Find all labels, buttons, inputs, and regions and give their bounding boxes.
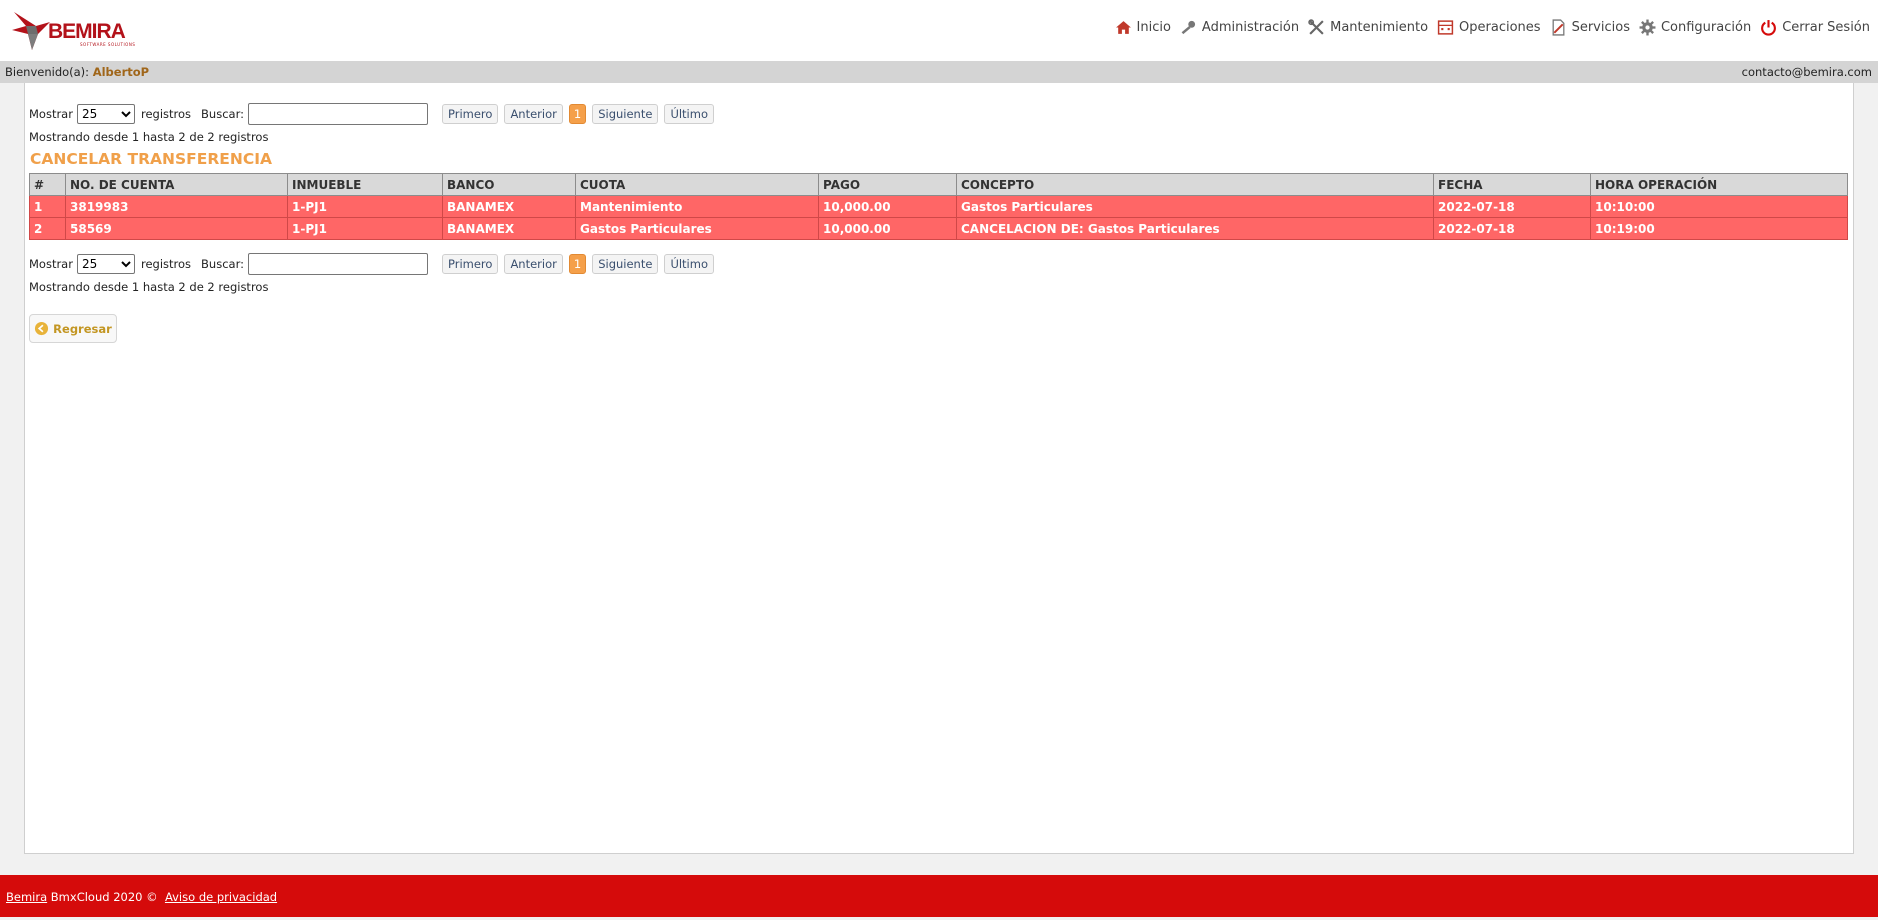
welcome-username: AlbertoP xyxy=(92,65,150,79)
logo-text: BEMIRA xyxy=(48,20,126,43)
search-input[interactable] xyxy=(247,103,428,125)
contact-email: contacto@bemira.com xyxy=(1741,65,1872,79)
back-button[interactable]: Regresar xyxy=(29,314,117,343)
nav-configuracion-label: Configuración xyxy=(1660,20,1752,35)
nav-administracion[interactable]: Administración xyxy=(1180,19,1299,36)
welcome-text: Bienvenido(a): AlbertoP xyxy=(5,61,149,83)
top-table-controls: Mostrar 25 registros Buscar: Primero Ant… xyxy=(29,103,720,125)
table-cell: 1 xyxy=(29,195,66,218)
table-cell: 10,000.00 xyxy=(818,195,957,218)
welcome-prefix: Bienvenido(a): xyxy=(5,65,90,79)
nav-administracion-label: Administración xyxy=(1201,20,1300,35)
top-records-info: Mostrando desde 1 hasta 2 de 2 registros xyxy=(29,130,269,144)
nav-servicios-label: Servicios xyxy=(1571,20,1630,35)
show-label: Mostrar xyxy=(29,257,73,271)
column-header[interactable]: CONCEPTO xyxy=(956,173,1434,196)
table-cell: BANAMEX xyxy=(442,195,576,218)
first-page-button[interactable]: Primero xyxy=(441,254,499,274)
last-page-button[interactable]: Último xyxy=(664,254,714,274)
table-cell: 1-PJ1 xyxy=(287,217,443,240)
search-label: Buscar: xyxy=(201,107,244,121)
power-icon xyxy=(1761,20,1777,36)
nav-mantenimiento-label: Mantenimiento xyxy=(1330,20,1429,35)
footer-copyright: BmxCloud 2020 © xyxy=(47,890,165,904)
column-header[interactable]: FECHA xyxy=(1433,173,1591,196)
page-title: CANCELAR TRANSFERENCIA xyxy=(30,150,272,168)
privacy-link[interactable]: Aviso de privacidad xyxy=(165,890,277,904)
nav-configuracion[interactable]: Configuración xyxy=(1639,19,1751,36)
page-footer: Bemira BmxCloud 2020 © Aviso de privacid… xyxy=(0,875,1878,917)
table-row[interactable]: 1 3819983 1-PJ1 BANAMEX Mantenimiento 10… xyxy=(29,195,1848,218)
table-cell: 10:10:00 xyxy=(1590,195,1848,218)
table-cell: BANAMEX xyxy=(442,217,576,240)
main-nav: Inicio Administración Mantenimiento Oper… xyxy=(1106,19,1870,36)
table-cell: Mantenimiento xyxy=(575,195,819,218)
bottom-table-controls: Mostrar 25 registros Buscar: Primero Ant… xyxy=(29,253,720,275)
page-1-button[interactable]: 1 xyxy=(568,254,587,274)
last-page-button[interactable]: Último xyxy=(664,104,714,124)
next-page-button[interactable]: Siguiente xyxy=(592,254,659,274)
table-row[interactable]: 2 58569 1-PJ1 BANAMEX Gastos Particulare… xyxy=(29,217,1848,240)
table-cell: 10,000.00 xyxy=(818,217,957,240)
table-cell: 2 xyxy=(29,217,66,240)
first-page-button[interactable]: Primero xyxy=(441,104,499,124)
bemira-logo[interactable]: BEMIRA SOFTWARE SOLUTIONS xyxy=(10,8,145,52)
page-1-button[interactable]: 1 xyxy=(568,104,587,124)
column-header[interactable]: NO. DE CUENTA xyxy=(65,173,288,196)
page-length-select[interactable]: 25 xyxy=(76,254,135,274)
footer-text: Bemira BmxCloud 2020 © Aviso de privacid… xyxy=(6,875,277,920)
nav-servicios[interactable]: Servicios xyxy=(1550,19,1630,36)
records-label: registros xyxy=(140,257,192,271)
column-header[interactable]: # xyxy=(29,173,66,196)
previous-page-button[interactable]: Anterior xyxy=(504,104,563,124)
nav-cerrar-sesion-label: Cerrar Sesión xyxy=(1782,20,1870,35)
back-arrow-icon xyxy=(35,321,49,336)
gear-icon xyxy=(1639,19,1656,36)
search-label: Buscar: xyxy=(201,257,244,271)
nav-mantenimiento[interactable]: Mantenimiento xyxy=(1308,19,1428,36)
nav-inicio[interactable]: Inicio xyxy=(1115,19,1171,36)
top-header: BEMIRA SOFTWARE SOLUTIONS Inicio Adminis… xyxy=(0,0,1878,61)
nav-cerrar-sesion[interactable]: Cerrar Sesión xyxy=(1760,19,1870,36)
calculator-icon xyxy=(1437,20,1454,35)
table-cell: 2022-07-18 xyxy=(1433,195,1591,218)
table-cell: CANCELACION DE: Gastos Particulares xyxy=(956,217,1434,240)
document-icon xyxy=(1552,19,1565,36)
table-cell: Gastos Particulares xyxy=(575,217,819,240)
column-header[interactable]: PAGO xyxy=(818,173,957,196)
logo-subtext: SOFTWARE SOLUTIONS xyxy=(80,42,136,47)
records-label: registros xyxy=(140,107,192,121)
bottom-records-info: Mostrando desde 1 hasta 2 de 2 registros xyxy=(29,280,269,294)
nav-operaciones[interactable]: Operaciones xyxy=(1437,19,1541,36)
show-label: Mostrar xyxy=(29,107,73,121)
table-header-row: # NO. DE CUENTA INMUEBLE BANCO CUOTA PAG… xyxy=(29,173,1848,196)
column-header[interactable]: BANCO xyxy=(442,173,576,196)
transfers-table: # NO. DE CUENTA INMUEBLE BANCO CUOTA PAG… xyxy=(29,173,1848,240)
key-icon xyxy=(1181,20,1196,35)
nav-inicio-label: Inicio xyxy=(1136,20,1171,35)
page-length-select[interactable]: 25 xyxy=(76,104,135,124)
back-button-label: Regresar xyxy=(53,321,112,336)
table-cell: 10:19:00 xyxy=(1590,217,1848,240)
table-cell: 1-PJ1 xyxy=(287,195,443,218)
previous-page-button[interactable]: Anterior xyxy=(504,254,563,274)
search-input[interactable] xyxy=(247,253,428,275)
welcome-bar: Bienvenido(a): AlbertoP contacto@bemira.… xyxy=(0,61,1878,83)
table-cell: 58569 xyxy=(65,217,288,240)
nav-operaciones-label: Operaciones xyxy=(1459,20,1541,35)
column-header[interactable]: INMUEBLE xyxy=(287,173,443,196)
table-cell: Gastos Particulares xyxy=(956,195,1434,218)
column-header[interactable]: HORA OPERACIÓN xyxy=(1590,173,1848,196)
column-header[interactable]: CUOTA xyxy=(575,173,819,196)
home-icon xyxy=(1115,21,1131,34)
table-cell: 3819983 xyxy=(65,195,288,218)
next-page-button[interactable]: Siguiente xyxy=(592,104,659,124)
table-cell: 2022-07-18 xyxy=(1433,217,1591,240)
bemira-link[interactable]: Bemira xyxy=(6,890,47,904)
tools-icon xyxy=(1308,19,1324,35)
